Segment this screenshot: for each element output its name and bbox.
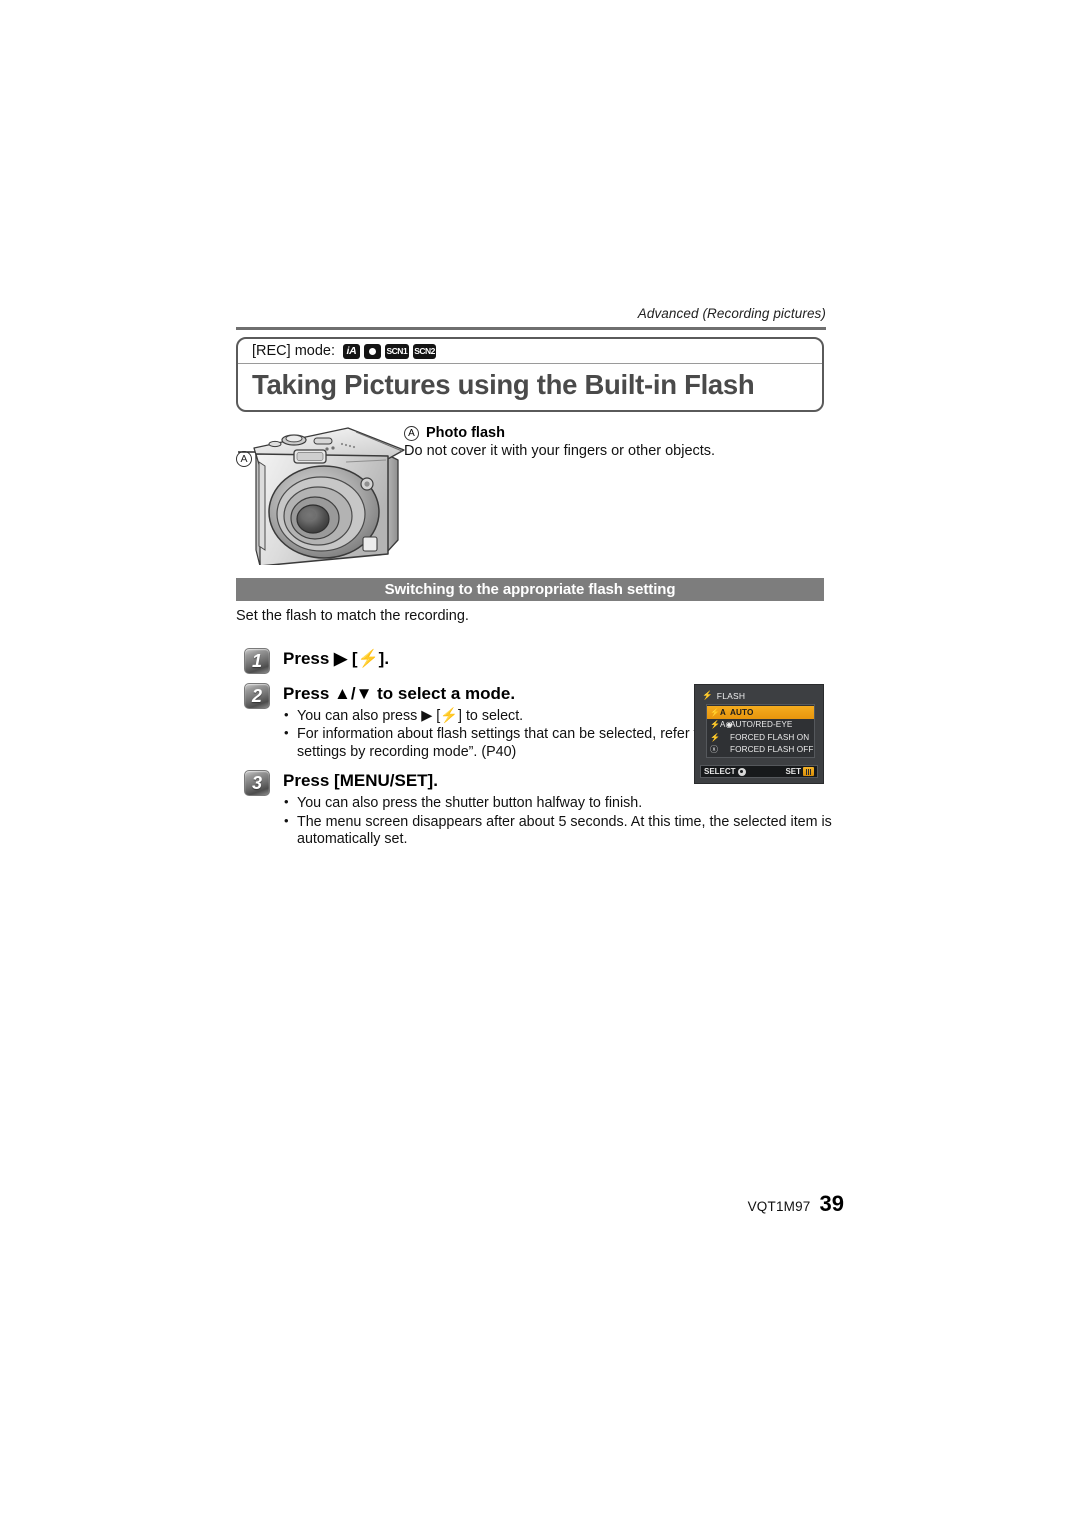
running-header: Advanced (Recording pictures) — [637, 306, 826, 321]
lcd-option-forced-flash-off[interactable]: ⓧ FORCED FLASH OFF — [707, 744, 814, 757]
lcd-option-label: FORCED FLASH ON — [730, 732, 810, 742]
manual-page: Advanced (Recording pictures) [REC] mode… — [0, 0, 1080, 1528]
lcd-title-text: FLASH — [716, 690, 746, 701]
flash-auto-redeye-icon: ⚡A◉ — [710, 720, 733, 730]
section-banner: Switching to the appropriate flash setti… — [236, 578, 824, 601]
step-heading: Press ▶ [⚡]. — [283, 649, 390, 668]
lcd-option-auto[interactable]: ⚡A AUTO — [707, 706, 814, 719]
bullet-item: The menu screen disappears after about 5… — [283, 813, 834, 850]
lcd-option-label: FORCED FLASH OFF — [730, 745, 814, 755]
flash-icon: ⚡ — [702, 690, 713, 700]
lcd-set-label: SET — [785, 767, 801, 776]
mode-icon-normal-picture — [364, 343, 381, 359]
bullet-item: You can also press the shutter button ha… — [283, 794, 834, 813]
flash-off-icon: ⓧ — [710, 745, 719, 755]
photo-flash-caption: A Photo flash Do not cover it with your … — [404, 425, 834, 459]
step-number-badge: 3 — [244, 770, 270, 797]
mode-icon-scene-1: SCN1 — [385, 343, 409, 359]
rec-mode-row: [REC] mode: iA SCN1 SCN2 — [238, 339, 822, 364]
flash-on-icon: ⚡ — [710, 732, 721, 742]
lcd-option-label: AUTO/RED-EYE — [730, 720, 793, 730]
section-intro-text: Set the flash to match the recording. — [236, 608, 469, 624]
lcd-option-auto-red-eye[interactable]: ⚡A◉ AUTO/RED-EYE — [707, 719, 814, 732]
lcd-footer-bar: SELECT SET — [700, 765, 818, 778]
lcd-flash-menu-screenshot: ⚡ FLASH ⚡A AUTO ⚡A◉ AUTO/RED-EYE ⚡ FORCE… — [694, 684, 824, 784]
record-dot-icon — [369, 347, 376, 355]
four-way-nav-icon — [737, 767, 746, 776]
page-title: Taking Pictures using the Built-in Flash — [252, 369, 755, 400]
mode-icon-intelligent-auto: iA — [343, 343, 360, 359]
page-number: 39 — [819, 1191, 844, 1216]
page-footer: VQT1M97 39 — [748, 1191, 844, 1217]
lcd-option-list: ⚡A AUTO ⚡A◉ AUTO/RED-EYE ⚡ FORCED FLASH … — [706, 704, 815, 758]
step-bullets: You can also press the shutter button ha… — [283, 794, 834, 850]
document-code: VQT1M97 — [747, 1199, 811, 1214]
lcd-select-hint: SELECT — [704, 767, 746, 776]
step-content: Press ▶ [⚡]. — [283, 648, 834, 669]
lcd-select-label: SELECT — [704, 767, 736, 776]
lcd-option-label: AUTO — [730, 707, 754, 717]
title-box: [REC] mode: iA SCN1 SCN2 Taking Pictures… — [236, 337, 824, 412]
step-number-badge: 2 — [244, 683, 270, 709]
rec-mode-label: [REC] mode: — [252, 343, 335, 359]
flash-auto-icon: ⚡A — [710, 707, 726, 717]
lcd-set-hint: SET — [785, 767, 814, 776]
step-number-badge: 1 — [244, 648, 270, 674]
header-rule — [236, 327, 826, 330]
caption-title-text: Photo flash — [426, 425, 505, 441]
lcd-option-forced-flash-on[interactable]: ⚡ FORCED FLASH ON — [707, 731, 814, 744]
caption-marker-a: A — [404, 425, 419, 441]
lcd-title-row: ⚡ FLASH — [700, 689, 818, 703]
mode-icon-scene-2: SCN2 — [412, 343, 437, 359]
caption-body-text: Do not cover it with your fingers or oth… — [404, 443, 716, 459]
step-1: 1 Press ▶ [⚡]. — [244, 648, 834, 674]
caption-title-row: A Photo flash — [404, 425, 834, 441]
menu-set-button-icon — [803, 767, 814, 776]
